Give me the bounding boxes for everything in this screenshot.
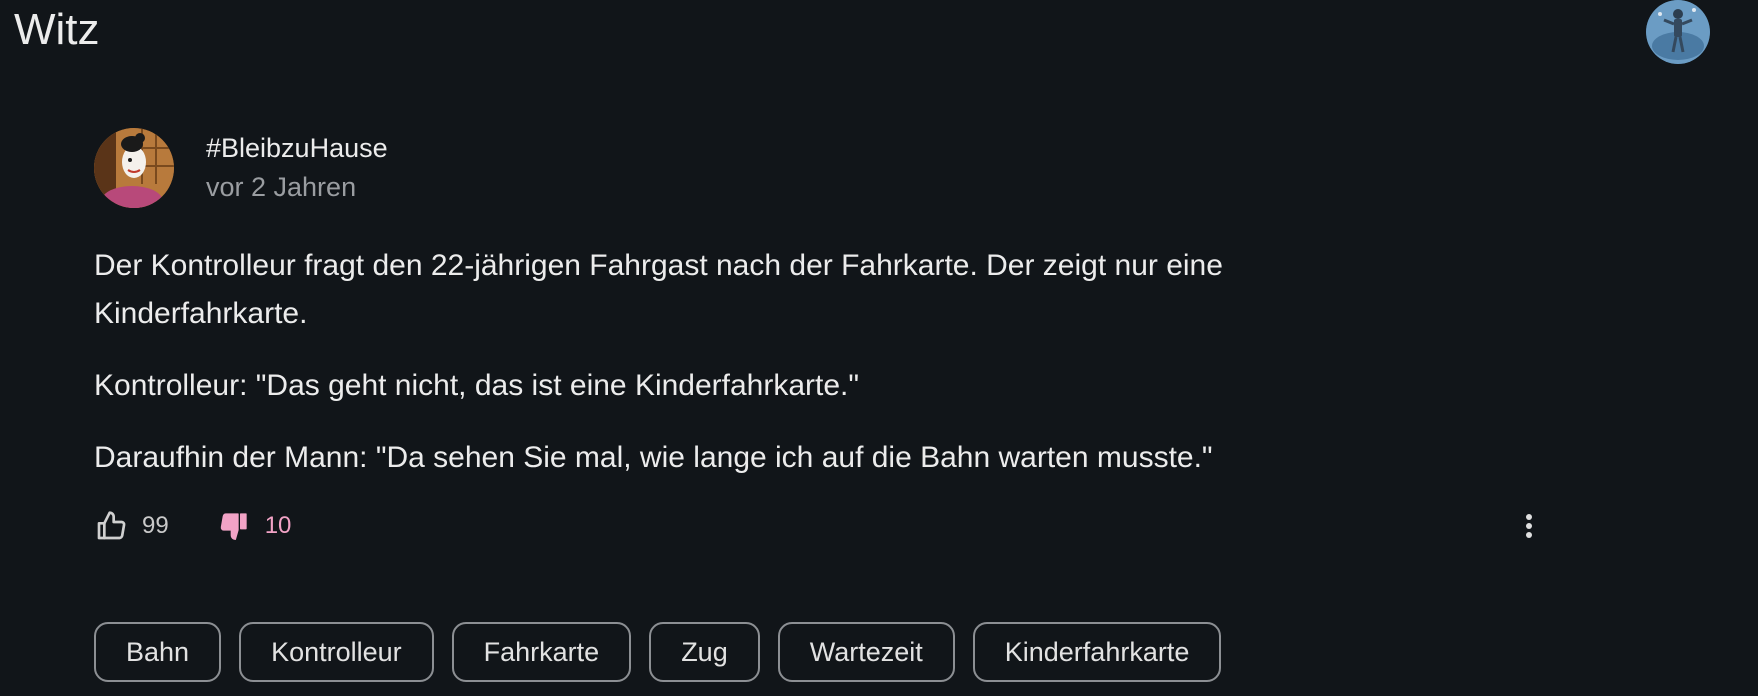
- post-paragraph: Daraufhin der Mann: "Da sehen Sie mal, w…: [94, 441, 1213, 474]
- post-paragraph: Der Kontrolleur fragt den 22-jährigen Fa…: [94, 249, 1223, 330]
- user-avatar-icon: [1646, 0, 1710, 64]
- author-avatar-icon: [94, 128, 174, 208]
- tag-chip[interactable]: Fahrkarte: [451, 622, 632, 682]
- tag-chip[interactable]: Kinderfahrkarte: [972, 622, 1222, 682]
- thumbs-down-icon: [220, 513, 247, 540]
- author-name[interactable]: #BleibzuHause: [206, 131, 388, 166]
- thumbs-up-icon: [97, 511, 126, 540]
- tag-chip[interactable]: Kontrolleur: [239, 622, 434, 682]
- post-card: #BleibzuHause vor 2 Jahren Der Kontrolle…: [94, 128, 1554, 682]
- more-options-button[interactable]: [1514, 506, 1544, 546]
- tag-list: Bahn Kontrolleur Fahrkarte Zug Wartezeit…: [94, 622, 1554, 682]
- author-avatar[interactable]: [94, 128, 174, 208]
- tag-chip[interactable]: Wartezeit: [777, 622, 955, 682]
- post-paragraph: Kontrolleur: "Das geht nicht, das ist ei…: [94, 369, 860, 402]
- like-button[interactable]: 99: [94, 510, 169, 542]
- post-body: Der Kontrolleur fragt den 22-jährigen Fa…: [94, 242, 1374, 482]
- page-title: Witz: [14, 5, 100, 54]
- post-timestamp: vor 2 Jahren: [206, 172, 357, 202]
- like-count: 99: [142, 512, 169, 539]
- dislike-button[interactable]: 10: [217, 510, 292, 542]
- post-actions: 99 10: [94, 506, 1554, 546]
- tag-chip[interactable]: Zug: [649, 622, 760, 682]
- post-header: #BleibzuHause vor 2 Jahren: [94, 128, 1554, 208]
- dislike-count: 10: [264, 512, 292, 539]
- tag-chip[interactable]: Bahn: [94, 622, 222, 682]
- more-vertical-icon: [1526, 514, 1532, 538]
- user-avatar[interactable]: [1646, 0, 1710, 64]
